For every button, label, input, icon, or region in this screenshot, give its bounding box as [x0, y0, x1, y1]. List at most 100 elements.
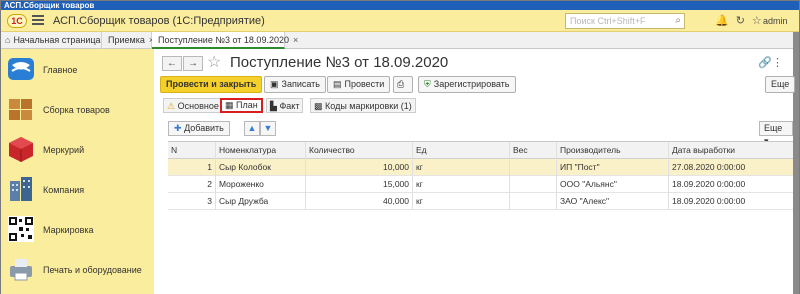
tab-label: Коды маркировки	[325, 101, 399, 111]
user-name[interactable]: admin	[763, 16, 788, 26]
table-more-button[interactable]: Еще ▾	[759, 121, 793, 146]
page-title: Поступление №3 от 18.09.2020	[230, 54, 449, 71]
sidebar-item-assembly[interactable]: Сборка товаров	[1, 91, 154, 130]
cell-n: 3	[168, 193, 216, 210]
tab-priemka[interactable]: Приемка×	[102, 32, 154, 49]
arrow-up-icon: ▲	[247, 123, 257, 133]
chart-icon: ▙	[270, 101, 277, 111]
save-label: Записать	[281, 79, 320, 89]
cell-qty: 15,000	[306, 176, 413, 193]
search-icon[interactable]: ⌕	[675, 15, 681, 26]
post-and-close-button[interactable]: Провести и закрыть	[160, 76, 263, 93]
window-title-bar: АСП.Сборщик товаров	[1, 1, 799, 10]
form-tabs: ⚠ Основное ▦ План ▙ Факт ▩ Коды маркиров…	[154, 98, 793, 113]
arrow-right-icon: →	[188, 58, 198, 69]
star-icon[interactable]: ☆	[752, 15, 762, 27]
table-row[interactable]: 2 Мороженко 15,000 кг ООО "Альянс" 18.09…	[168, 176, 793, 193]
cell-item: Сыр Дружба	[216, 193, 306, 210]
post-button[interactable]: ▤ Провести	[327, 76, 391, 93]
col-weight[interactable]: Вес	[510, 142, 557, 159]
back-button[interactable]: ←	[162, 56, 182, 71]
app-header: 1С АСП.Сборщик товаров (1С:Предприятие) …	[1, 10, 799, 32]
main-icon	[8, 58, 34, 80]
goods-table: N Номенклатура Количество Ед Вес Произво…	[168, 141, 793, 210]
sidebar-item-company[interactable]: Компания	[1, 171, 154, 210]
sidebar-item-label: Печать и оборудование	[43, 265, 142, 275]
cell-item: Мороженко	[216, 176, 306, 193]
qr-code-icon: ▩	[314, 101, 323, 111]
bell-icon[interactable]: 🔔	[715, 15, 729, 27]
open-tabs: ⌂Начальная страница Приемка× Поступление…	[1, 32, 793, 49]
move-down-button[interactable]: ▼	[260, 121, 276, 136]
warning-icon: ⚠	[167, 101, 176, 111]
cell-n: 2	[168, 176, 216, 193]
table-row[interactable]: 3 Сыр Дружба 40,000 кг ЗАО "Алекс" 18.09…	[168, 193, 793, 210]
col-maker[interactable]: Производитель	[557, 142, 669, 159]
col-n[interactable]: N	[168, 142, 216, 159]
cell-maker: ЗАО "Алекс"	[557, 193, 669, 210]
tab-home[interactable]: ⌂ Начальная страница	[1, 32, 102, 49]
home-icon: ⌂	[5, 35, 11, 45]
sidebar-item-print[interactable]: Печать и оборудование	[1, 251, 154, 290]
sidebar-item-label: Маркировка	[43, 225, 94, 235]
register-label: Зарегистрировать	[433, 79, 510, 89]
tab-document[interactable]: Поступление №3 от 18.09.2020 ×	[152, 32, 298, 49]
sidebar-item-label: Меркурий	[43, 145, 85, 155]
link-icon[interactable]: 🔗	[758, 56, 772, 69]
history-icon[interactable]: ↻	[736, 15, 745, 27]
more-label: Еще	[764, 123, 783, 133]
cell-qty: 40,000	[306, 193, 413, 210]
cell-qty: 10,000	[306, 159, 413, 176]
cell-weight	[510, 159, 557, 176]
window-title: АСП.Сборщик товаров	[4, 1, 95, 10]
sidebar-item-label: Сборка товаров	[43, 105, 110, 115]
add-label: Добавить	[184, 123, 224, 133]
table-row[interactable]: 1 Сыр Колобок 10,000 кг ИП "Пост" 27.08.…	[168, 159, 793, 176]
sidebar-item-label: Компания	[43, 185, 85, 195]
add-button[interactable]: ✚ Добавить	[168, 121, 230, 136]
cell-maker: ИП "Пост"	[557, 159, 669, 176]
cube-icon	[9, 137, 33, 162]
arrow-left-icon: ←	[167, 58, 177, 69]
col-date[interactable]: Дата выработки	[669, 142, 793, 159]
more-vert-icon[interactable]: ⋮	[772, 56, 783, 69]
plus-icon: ✚	[174, 123, 182, 133]
boxes-icon	[9, 99, 32, 120]
more-button[interactable]: Еще	[765, 76, 796, 93]
sidebar-item-main[interactable]: Главное	[1, 51, 154, 90]
post-icon: ▤	[333, 79, 342, 89]
tab-plan[interactable]: ▦ План	[220, 98, 263, 113]
tab-fact[interactable]: ▙ Факт	[266, 98, 304, 113]
table-icon: ▦	[225, 100, 234, 110]
close-icon[interactable]: ×	[293, 35, 298, 45]
cell-date: 18.09.2020 0:00:00	[672, 196, 746, 206]
app-title: АСП.Сборщик товаров (1С:Предприятие)	[53, 15, 265, 27]
tab-label: Приемка	[108, 35, 145, 45]
sidebar-item-marking[interactable]: Маркировка	[1, 211, 154, 250]
cell-maker: ООО "Альянс"	[557, 176, 669, 193]
right-edge	[793, 32, 799, 294]
col-item[interactable]: Номенклатура	[216, 142, 306, 159]
tab-marking-codes[interactable]: ▩ Коды маркировки (1)	[310, 98, 416, 113]
print-button[interactable]: ⎙	[393, 76, 413, 93]
col-qty[interactable]: Количество	[306, 142, 413, 159]
save-icon: ▣	[270, 79, 279, 89]
save-button[interactable]: ▣ Записать	[264, 76, 326, 93]
tab-label: Факт	[279, 101, 300, 111]
document-form: ← → ☆ Поступление №3 от 18.09.2020 🔗 ⋮ П…	[154, 49, 796, 294]
move-up-button[interactable]: ▲	[244, 121, 260, 136]
tab-label: Поступление №3 от 18.09.2020	[158, 35, 289, 45]
sidebar-item-mercury[interactable]: Меркурий	[1, 131, 154, 170]
1c-logo-icon: 1С	[7, 14, 27, 28]
arrow-down-icon: ▼	[263, 123, 273, 133]
col-unit[interactable]: Ед	[413, 142, 510, 159]
menu-icon[interactable]	[32, 15, 44, 26]
header-icons: 🔔 ↻ ☆	[715, 14, 769, 27]
search-input[interactable]: Поиск Ctrl+Shift+F ⌕	[565, 13, 685, 29]
tab-main[interactable]: ⚠ Основное	[163, 98, 223, 113]
cell-weight	[510, 193, 557, 210]
register-button[interactable]: ⛨ Зарегистрировать	[418, 76, 516, 93]
favorite-star-icon[interactable]: ☆	[207, 52, 221, 72]
tab-label: Основное	[177, 101, 219, 111]
forward-button[interactable]: →	[183, 56, 203, 71]
